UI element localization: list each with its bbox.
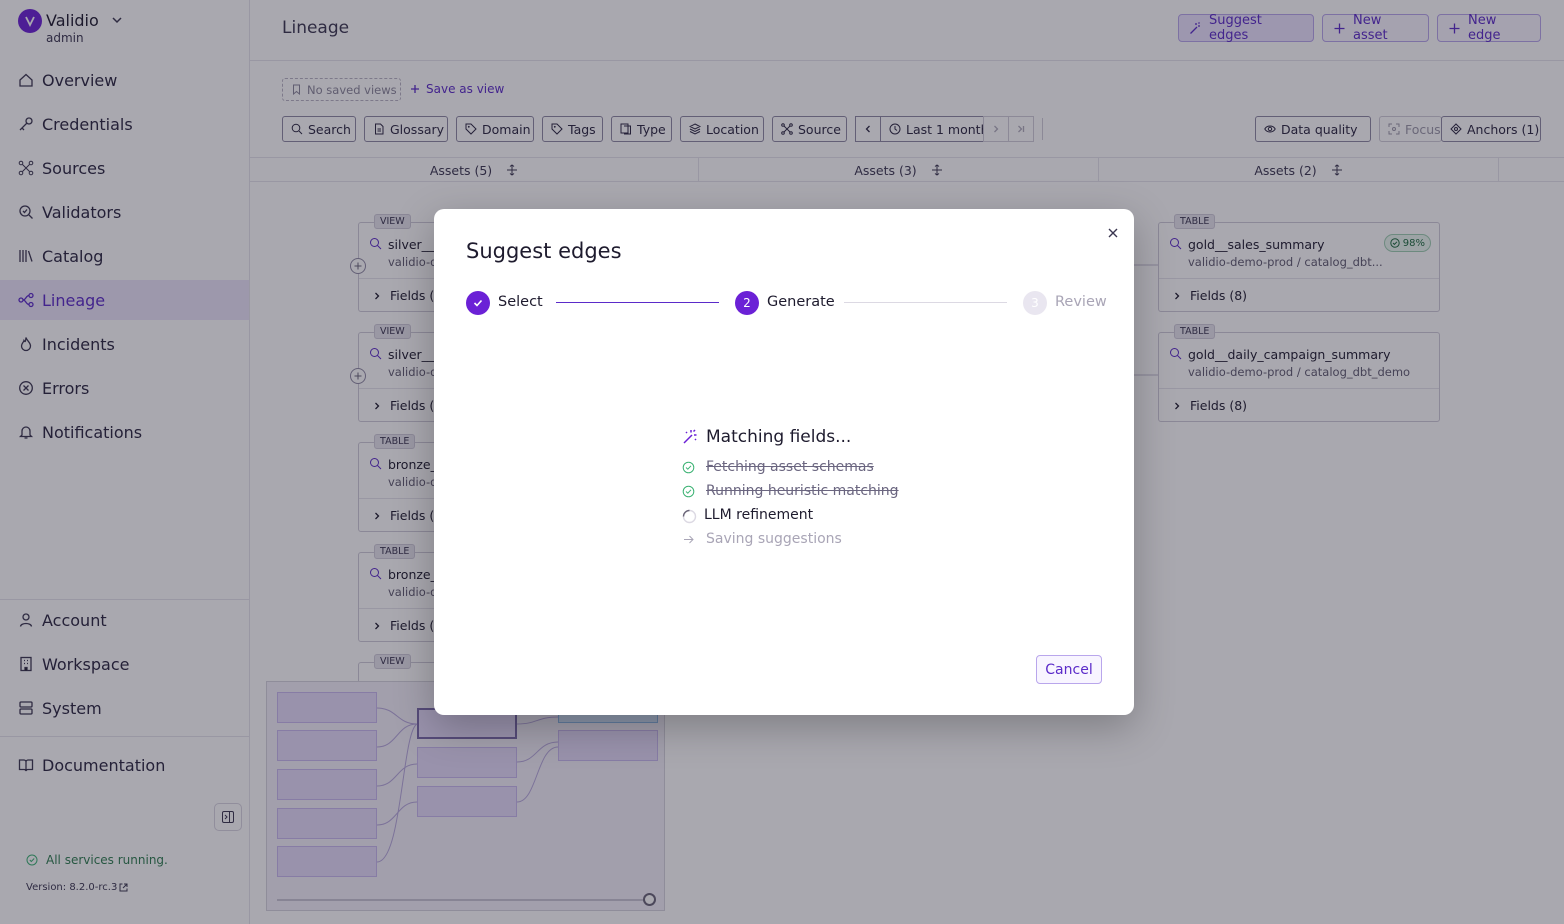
step-generate-indicator: 2 (735, 291, 759, 315)
step-number: 2 (743, 296, 751, 310)
check-circle-icon (682, 461, 695, 474)
step-generate-label: Generate (767, 294, 835, 310)
progress-step-saving: Saving suggestions (682, 531, 842, 547)
cancel-button[interactable]: Cancel (1036, 655, 1102, 684)
magic-wand-icon (682, 429, 698, 445)
progress-step-label: Saving suggestions (706, 531, 842, 547)
progress-step-label: Fetching asset schemas (706, 459, 874, 475)
dialog-title: Suggest edges (466, 239, 622, 263)
arrow-right-icon (682, 533, 695, 546)
step-review-indicator: 3 (1023, 291, 1047, 315)
step-number: 3 (1031, 296, 1039, 310)
check-icon (472, 297, 484, 309)
progress-step-heuristic: Running heuristic matching (682, 483, 899, 499)
progress-heading: Matching fields... (682, 427, 851, 447)
progress-step-llm: LLM refinement (682, 507, 813, 523)
progress-step-label: LLM refinement (704, 507, 814, 523)
step-connector-pending (844, 302, 1007, 303)
check-circle-icon (682, 485, 695, 498)
progress-step-fetching: Fetching asset schemas (682, 459, 874, 475)
step-select-indicator (466, 291, 490, 315)
step-connector-complete (556, 302, 719, 303)
suggest-edges-dialog: Suggest edges Select 2 Generate 3 Review… (434, 209, 1134, 715)
progress-step-label: Running heuristic matching (706, 483, 899, 499)
step-review-label: Review (1055, 294, 1107, 310)
progress-heading-text: Matching fields... (706, 427, 852, 447)
step-select-label: Select (498, 294, 543, 310)
spinner-icon (682, 509, 697, 523)
close-icon[interactable] (1106, 226, 1120, 240)
